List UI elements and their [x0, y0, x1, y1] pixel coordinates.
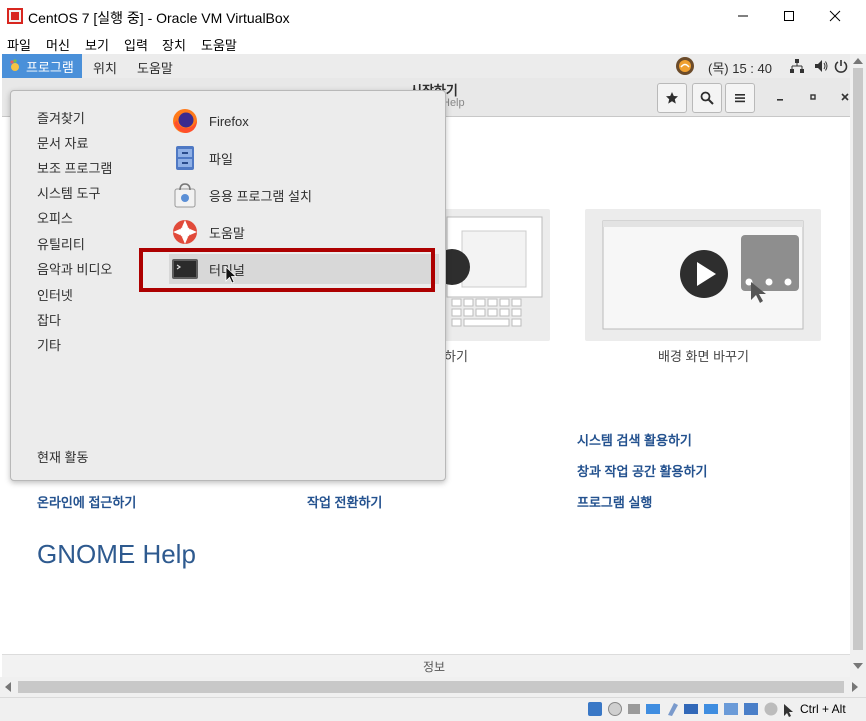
minimize-icon [777, 99, 783, 101]
scroll-left-icon[interactable] [5, 682, 11, 692]
search-button[interactable] [692, 83, 722, 113]
network-icon[interactable] [790, 59, 804, 73]
desktop-illustration-icon [602, 220, 804, 330]
minimize-button[interactable] [720, 0, 766, 32]
horizontal-scroll-thumb[interactable] [18, 681, 844, 693]
file-cabinet-icon [176, 146, 194, 170]
app-software-install[interactable]: 응용 프로그램 설치 [169, 180, 439, 210]
category-other[interactable]: 기타 [37, 335, 61, 354]
firefox-icon [173, 109, 197, 133]
vbox-menu-file[interactable]: 파일 [7, 35, 31, 54]
vertical-scrollbar[interactable] [850, 54, 866, 677]
maximize-icon [784, 11, 794, 21]
vbox-menu-help[interactable]: 도움말 [201, 35, 237, 54]
link-windows-workspaces[interactable]: 창과 작업 공간 활용하기 [577, 461, 707, 480]
menu-button[interactable] [725, 83, 755, 113]
vbox-titlebar: CentOS 7 [실행 중] - Oracle VM VirtualBox [0, 0, 866, 33]
volume-icon[interactable] [814, 59, 828, 73]
lifebuoy-icon [173, 220, 197, 244]
star-icon [666, 92, 678, 104]
category-utilities[interactable]: 유틸리티 [37, 234, 85, 253]
shopping-bag-icon [174, 183, 196, 208]
category-system-tools[interactable]: 시스템 도구 [37, 183, 100, 202]
app-help-label: 도움말 [209, 225, 245, 241]
activities-overview[interactable]: 현재 활동 [37, 447, 88, 466]
maximize-button[interactable] [766, 0, 812, 32]
link-get-online[interactable]: 온라인에 접근하기 [37, 492, 136, 511]
mouse-pointer-icon [225, 266, 237, 284]
vbox-menu-view[interactable]: 보기 [85, 35, 109, 54]
virtualbox-logo-icon [7, 8, 23, 24]
card1-caption[interactable]: 하기 [444, 346, 468, 365]
category-documents[interactable]: 문서 자료 [37, 133, 88, 152]
clock[interactable]: (목) 15 : 40 [708, 58, 772, 77]
terminal-highlight-box [139, 248, 435, 292]
horizontal-scrollbar[interactable] [0, 677, 866, 697]
category-internet[interactable]: 인터넷 [37, 285, 73, 304]
minimize-icon [738, 15, 748, 17]
maximize-icon [810, 94, 816, 100]
applications-menu-button[interactable]: 프로그램 [2, 54, 82, 78]
window-title: CentOS 7 [실행 중] - Oracle VM VirtualBox [28, 10, 290, 26]
weather-icon[interactable] [675, 56, 695, 76]
vbox-statusbar: Ctrl + Alt [0, 697, 866, 721]
app-software-install-label: 응용 프로그램 설치 [209, 188, 312, 204]
app-menu[interactable]: 도움말 [137, 58, 173, 77]
vbox-device-icons[interactable] [588, 701, 798, 717]
close-icon [841, 93, 849, 101]
scroll-down-icon[interactable] [853, 663, 863, 669]
gnome-topbar: 프로그램 위치 도움말 (목) 15 : 40 [2, 54, 850, 79]
scroll-right-icon[interactable] [852, 682, 858, 692]
app-firefox-label: Firefox [209, 113, 249, 129]
video-thumbnail-background[interactable] [585, 209, 821, 341]
vbox-menu-input[interactable]: 입력 [124, 35, 148, 54]
scroll-up-icon[interactable] [853, 58, 863, 64]
link-switch-tasks[interactable]: 작업 전환하기 [307, 492, 382, 511]
gnome-foot-icon [10, 59, 20, 71]
about-link[interactable]: 정보 [423, 658, 445, 675]
applications-menu-label: 프로그램 [26, 59, 74, 75]
link-system-search[interactable]: 시스템 검색 활용하기 [577, 430, 692, 449]
vbox-menu-devices[interactable]: 장치 [162, 35, 186, 54]
vertical-scroll-thumb[interactable] [853, 68, 863, 650]
help-statusbar: 정보 [2, 654, 850, 677]
category-sound-video[interactable]: 음악과 비디오 [37, 259, 112, 278]
app-files[interactable]: 파일 [169, 143, 439, 173]
category-office[interactable]: 오피스 [37, 208, 73, 227]
app-help[interactable]: 도움말 [169, 217, 439, 247]
bookmark-button[interactable] [657, 83, 687, 113]
app-firefox[interactable]: Firefox [169, 106, 439, 136]
card2-caption[interactable]: 배경 화면 바꾸기 [658, 346, 749, 365]
help-maximize-button[interactable] [802, 86, 824, 108]
hamburger-icon [735, 94, 745, 103]
close-icon [829, 10, 841, 22]
link-launch-apps[interactable]: 프로그램 실행 [577, 492, 652, 511]
power-icon[interactable] [834, 59, 848, 73]
host-key-label: Ctrl + Alt [800, 702, 846, 716]
vbox-menubar: 파일 머신 보기 입력 장치 도움말 [0, 32, 866, 54]
close-button[interactable] [812, 0, 858, 32]
footer-title[interactable]: GNOME Help [37, 539, 196, 570]
app-files-label: 파일 [209, 151, 233, 167]
places-menu[interactable]: 위치 [93, 58, 117, 77]
help-minimize-button[interactable] [769, 86, 791, 108]
category-accessories[interactable]: 보조 프로그램 [37, 158, 112, 177]
search-icon [700, 91, 714, 105]
category-sundry[interactable]: 잡다 [37, 310, 61, 329]
vbox-menu-machine[interactable]: 머신 [46, 35, 70, 54]
category-favorites[interactable]: 즐겨찾기 [37, 108, 85, 127]
